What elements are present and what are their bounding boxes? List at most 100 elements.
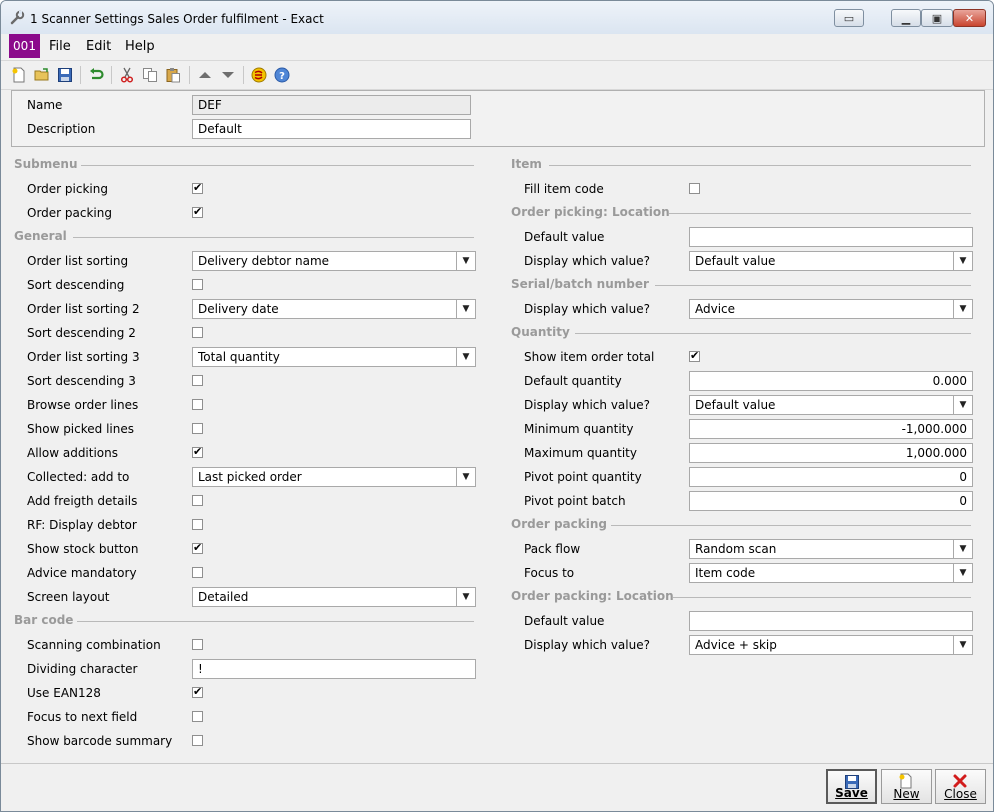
pivot-point-batch-label: Pivot point batch xyxy=(524,494,626,508)
serial-display-value-value: Advice xyxy=(695,302,736,316)
menu-edit[interactable]: Edit xyxy=(86,39,111,54)
opk-default-value-field[interactable] xyxy=(689,611,973,631)
dropdown-arrow-icon[interactable]: ▼ xyxy=(456,588,475,606)
op-display-value-label: Display which value? xyxy=(524,254,650,268)
dropdown-arrow-icon[interactable]: ▼ xyxy=(456,468,475,486)
footer-bar: Save New Close xyxy=(1,763,993,811)
sort-descending-3-checkbox[interactable] xyxy=(192,375,203,386)
browse-order-lines-checkbox[interactable] xyxy=(192,399,203,410)
section-divider xyxy=(73,237,474,238)
description-label: Description xyxy=(27,122,96,136)
help-icon[interactable]: ? xyxy=(274,67,290,83)
pivot-point-quantity-field[interactable]: 0 xyxy=(689,467,973,487)
dropdown-arrow-icon[interactable]: ▼ xyxy=(953,396,972,414)
fill-item-code-checkbox[interactable] xyxy=(689,183,700,194)
window-extra-button[interactable]: ▭ xyxy=(834,9,864,27)
pivot-point-quantity-label: Pivot point quantity xyxy=(524,470,642,484)
description-field[interactable]: Default xyxy=(192,119,471,139)
minimize-button[interactable]: ▁ xyxy=(891,9,921,27)
paste-icon[interactable] xyxy=(165,67,181,83)
default-quantity-field[interactable]: 0.000 xyxy=(689,371,973,391)
use-ean128-checkbox[interactable]: ✔ xyxy=(192,685,203,698)
quantity-display-value-select[interactable]: Default value ▼ xyxy=(689,395,973,415)
cut-icon[interactable] xyxy=(119,67,135,83)
dropdown-arrow-icon[interactable]: ▼ xyxy=(456,348,475,366)
section-divider xyxy=(673,597,971,598)
op-display-value-select[interactable]: Default value ▼ xyxy=(689,251,973,271)
dropdown-arrow-icon[interactable]: ▼ xyxy=(953,300,972,318)
show-stock-button-checkbox[interactable]: ✔ xyxy=(192,541,203,554)
allow-additions-checkbox[interactable]: ✔ xyxy=(192,445,203,458)
exact-logo-icon[interactable] xyxy=(251,67,267,83)
advice-mandatory-checkbox[interactable] xyxy=(192,567,203,578)
pivot-point-batch-field[interactable]: 0 xyxy=(689,491,973,511)
opk-display-value-select[interactable]: Advice + skip ▼ xyxy=(689,635,973,655)
checkmark-icon: ✔ xyxy=(193,685,203,698)
show-item-order-total-label: Show item order total xyxy=(524,350,655,364)
serial-display-value-select[interactable]: Advice ▼ xyxy=(689,299,973,319)
add-freigth-details-checkbox[interactable] xyxy=(192,495,203,506)
undo-icon[interactable] xyxy=(88,67,104,83)
new-document-icon[interactable] xyxy=(11,67,27,83)
dropdown-arrow-icon[interactable]: ▼ xyxy=(953,540,972,558)
collected-add-to-select[interactable]: Last picked order ▼ xyxy=(192,467,476,487)
menu-help[interactable]: Help xyxy=(125,39,155,54)
dropdown-arrow-icon[interactable]: ▼ xyxy=(953,564,972,582)
close-window-button[interactable]: ✕ xyxy=(953,9,986,27)
dropdown-arrow-icon[interactable]: ▼ xyxy=(456,300,475,318)
show-barcode-summary-label: Show barcode summary xyxy=(27,734,173,748)
section-divider xyxy=(575,333,971,334)
open-folder-icon[interactable] xyxy=(34,67,50,83)
pack-flow-select[interactable]: Random scan ▼ xyxy=(689,539,973,559)
focus-to-select[interactable]: Item code ▼ xyxy=(689,563,973,583)
toolbar-separator xyxy=(111,66,112,84)
sort-descending-checkbox[interactable] xyxy=(192,279,203,290)
copy-icon[interactable] xyxy=(142,67,158,83)
rf-display-debtor-checkbox[interactable] xyxy=(192,519,203,530)
collected-add-to-label: Collected: add to xyxy=(27,470,130,484)
menu-bar: 001 File Edit Help xyxy=(1,34,993,59)
window-title: 1 Scanner Settings Sales Order fulfilmen… xyxy=(30,12,324,26)
dropdown-arrow-icon[interactable]: ▼ xyxy=(456,252,475,270)
section-order-picking-location: Order picking: Location xyxy=(511,205,670,219)
save-disk-icon[interactable] xyxy=(57,67,73,83)
minimum-quantity-field[interactable]: -1,000.000 xyxy=(689,419,973,439)
new-button[interactable]: New xyxy=(881,769,932,804)
section-divider xyxy=(655,285,971,286)
show-barcode-summary-checkbox[interactable] xyxy=(192,735,203,746)
close-button[interactable]: Close xyxy=(935,769,986,804)
sort-descending-2-checkbox[interactable] xyxy=(192,327,203,338)
op-display-value-value: Default value xyxy=(695,254,776,268)
scanning-combination-checkbox[interactable] xyxy=(192,639,203,650)
allow-additions-label: Allow additions xyxy=(27,446,119,460)
screen-layout-select[interactable]: Detailed ▼ xyxy=(192,587,476,607)
dropdown-arrow-icon[interactable]: ▼ xyxy=(953,252,972,270)
op-default-value-field[interactable] xyxy=(689,227,973,247)
section-divider xyxy=(549,165,971,166)
maximize-button[interactable]: ▣ xyxy=(921,9,953,27)
order-packing-checkbox[interactable]: ✔ xyxy=(192,205,203,218)
menu-file[interactable]: File xyxy=(49,39,71,54)
company-code[interactable]: 001 xyxy=(9,34,40,58)
previous-record-icon[interactable] xyxy=(197,67,213,83)
focus-to-value: Item code xyxy=(695,566,756,580)
toolbar-separator xyxy=(189,66,190,84)
wrench-icon xyxy=(10,10,25,25)
show-picked-lines-checkbox[interactable] xyxy=(192,423,203,434)
next-record-icon[interactable] xyxy=(220,67,236,83)
order-list-sorting-select[interactable]: Delivery debtor name ▼ xyxy=(192,251,476,271)
dividing-character-field[interactable]: ! xyxy=(192,659,476,679)
show-item-order-total-checkbox[interactable]: ✔ xyxy=(689,349,700,362)
serial-display-value-label: Display which value? xyxy=(524,302,650,316)
section-item: Item xyxy=(511,157,542,171)
dropdown-arrow-icon[interactable]: ▼ xyxy=(953,636,972,654)
order-list-sorting-2-select[interactable]: Delivery date ▼ xyxy=(192,299,476,319)
order-list-sorting-3-select[interactable]: Total quantity ▼ xyxy=(192,347,476,367)
maximum-quantity-field[interactable]: 1,000.000 xyxy=(689,443,973,463)
opk-display-value-value: Advice + skip xyxy=(695,638,777,652)
section-general: General xyxy=(14,229,67,243)
focus-next-field-checkbox[interactable] xyxy=(192,711,203,722)
order-picking-checkbox[interactable]: ✔ xyxy=(192,181,203,194)
name-field[interactable]: DEF xyxy=(192,95,471,115)
save-button[interactable]: Save xyxy=(826,769,877,804)
